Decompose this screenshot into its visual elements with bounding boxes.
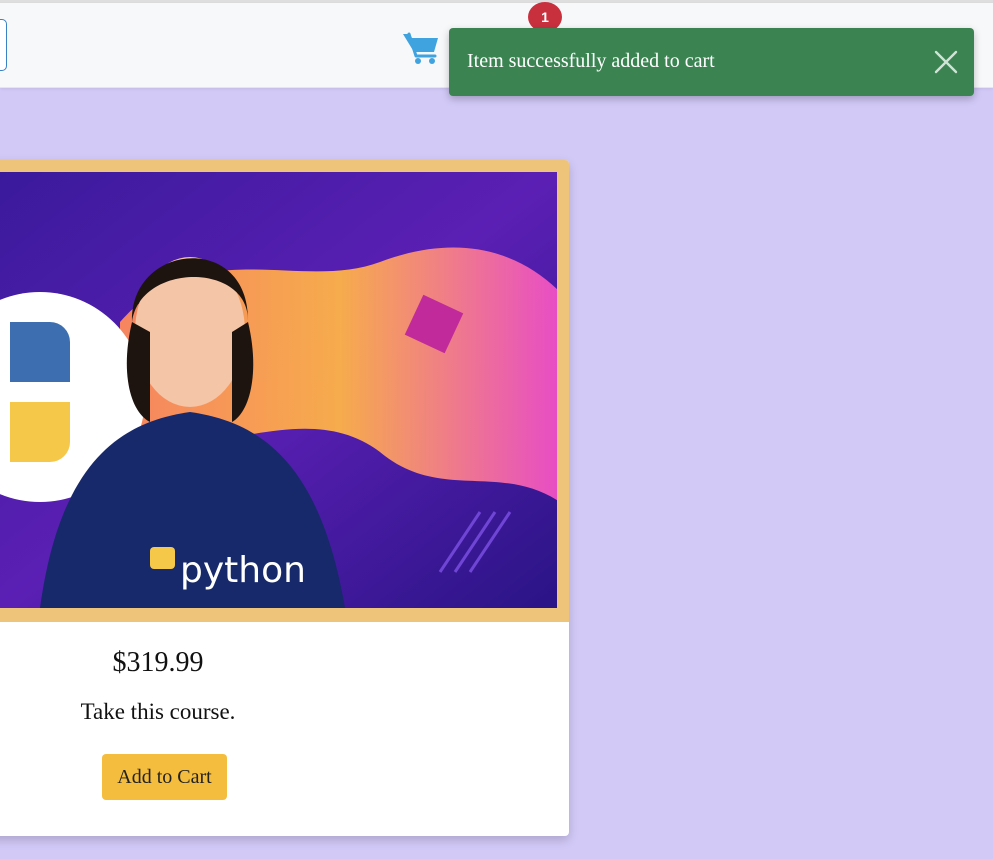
shopping-cart-icon[interactable]	[401, 30, 441, 66]
course-image[interactable]: python	[0, 160, 569, 622]
success-toast: Item successfully added to cart	[449, 28, 974, 96]
python-shirt-text: python	[180, 550, 306, 591]
close-icon[interactable]	[932, 48, 960, 76]
add-to-cart-button[interactable]: Add to Cart	[102, 754, 227, 800]
nav-edge-button[interactable]	[0, 19, 7, 71]
course-card: python $319.99 Take this course. Add to …	[0, 160, 569, 836]
course-description: Take this course.	[80, 699, 236, 724]
price: $319.99	[112, 647, 204, 678]
toast-message: Item successfully added to cart	[467, 50, 715, 72]
